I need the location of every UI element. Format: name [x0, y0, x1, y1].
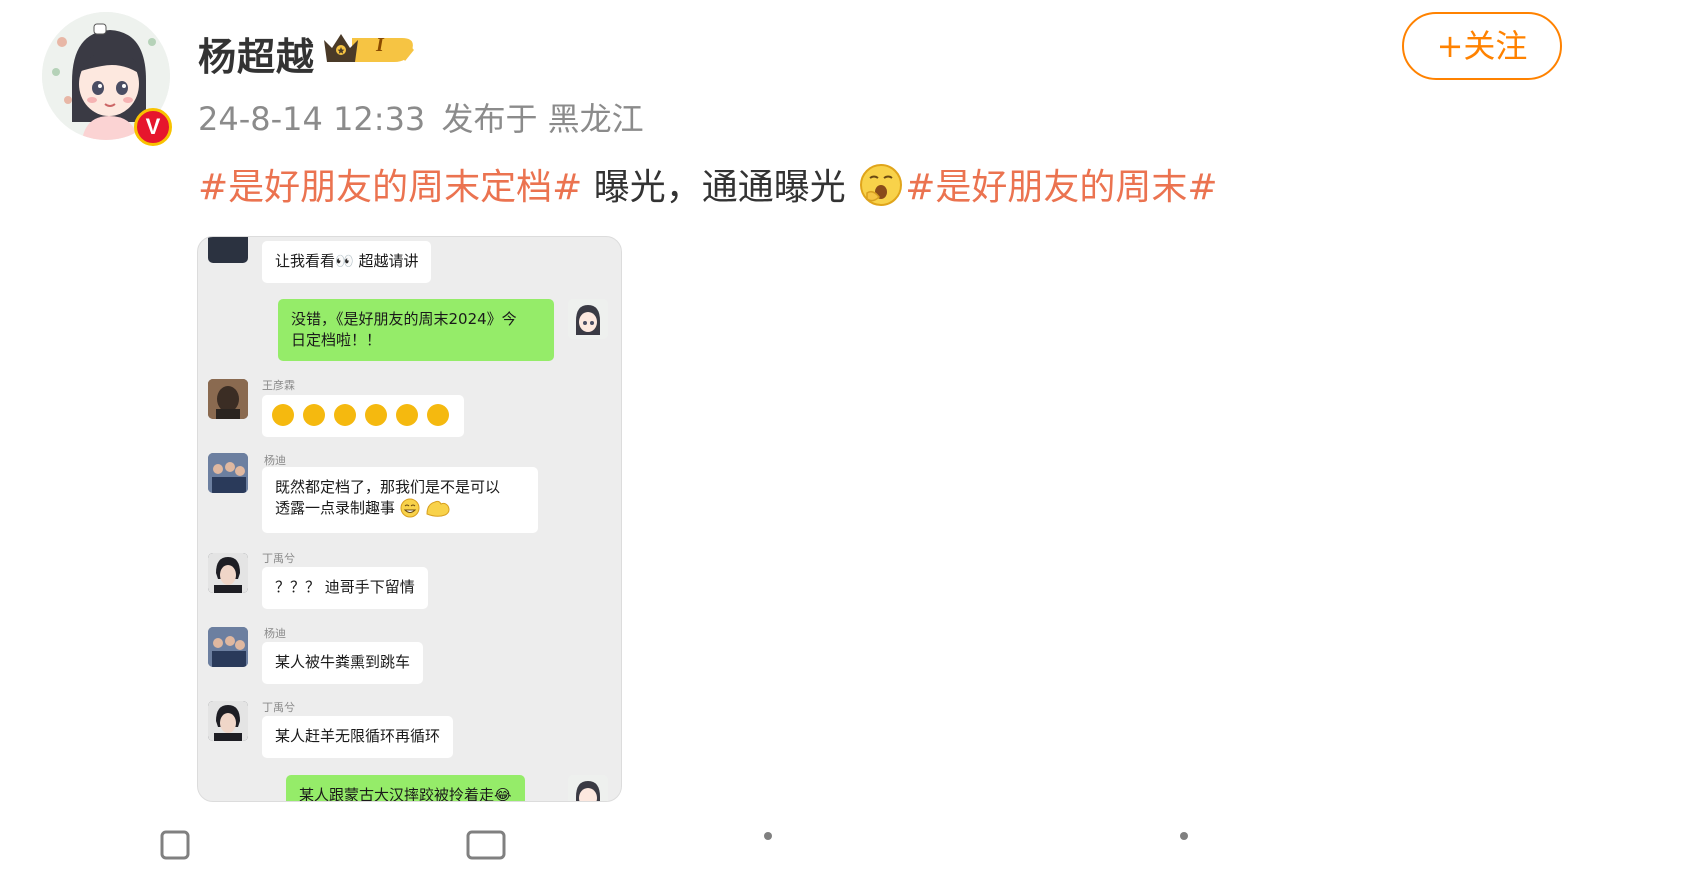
chat-bubble-line: 透露一点录制趣事 — [275, 499, 396, 517]
chat-sender-name: 杨迪 — [264, 627, 286, 640]
clap-emoji-icon — [365, 404, 387, 426]
post-action-bar — [0, 826, 1681, 896]
chat-bubble-line: 日定档啦！！ — [291, 331, 382, 349]
post-body-text: 曝光，通通曝光 — [582, 167, 858, 208]
clap-emoji-icon — [334, 404, 356, 426]
vip-crown-icon[interactable]: I — [322, 28, 418, 68]
share-icon[interactable] — [160, 830, 190, 860]
author-name[interactable]: 杨超越 — [198, 26, 315, 81]
chat-sender-name: 丁禹兮 — [262, 701, 295, 714]
chat-avatar — [208, 237, 248, 263]
comment-icon[interactable] — [466, 830, 506, 860]
author-avatar[interactable]: V — [42, 12, 178, 148]
follow-button[interactable]: +关注 — [1402, 12, 1562, 80]
yawn-emoji-icon — [859, 163, 903, 207]
post-header: V 杨超越 I 24-8-14 12:33 发布于 黑龙江 +关注 — [0, 0, 1681, 150]
chat-bubble: 某人被牛粪熏到跳车 — [262, 642, 424, 684]
post-source: 发布于 黑龙江 — [441, 100, 644, 138]
chat-bubble: 没错，《是好朋友的周末2024》今 日定档啦！！ — [278, 299, 554, 361]
hashtag-link[interactable]: #是好朋友的周末# — [905, 167, 1217, 208]
clap-emoji-icon — [303, 404, 325, 426]
chat-bubble-line-2: 透露一点录制趣事 — [275, 498, 525, 519]
grin-emoji-icon — [400, 498, 420, 518]
chat-avatar — [208, 453, 248, 493]
chat-avatar — [568, 775, 608, 801]
hashtag-link[interactable]: #是好朋友的周末定档# — [198, 167, 582, 208]
chat-avatar — [208, 627, 248, 667]
chat-bubble: 某人跟蒙古大汉摔跤被拎着走😂 — [286, 775, 525, 801]
chat-bubble: 让我看看👀 超越请讲 — [262, 241, 432, 283]
chat-sender-name: 杨迪 — [264, 454, 286, 467]
chat-avatar — [208, 553, 248, 593]
chat-bubble — [262, 395, 464, 437]
chat-bubble: ？？？ 迪哥手下留情 — [262, 567, 428, 609]
chat-sender-name: 王彦霖 — [262, 379, 295, 392]
chat-bubble-line: 既然都定档了，那我们是不是可以 — [275, 478, 501, 496]
chat-bubble: 某人赶羊无限循环再循环 — [262, 716, 454, 758]
verified-v-icon: V — [134, 108, 172, 146]
chat-avatar — [568, 299, 608, 339]
flex-emoji-icon — [425, 498, 451, 518]
post-text: #是好朋友的周末定档# 曝光，通通曝光 #是好朋友的周末# — [198, 158, 1218, 210]
chat-sender-name: 丁禹兮 — [262, 552, 295, 565]
post-timestamp[interactable]: 24-8-14 12:33 — [198, 100, 425, 138]
vip-level: I — [376, 34, 384, 56]
chat-bubble: 既然都定档了，那我们是不是可以 透露一点录制趣事 — [262, 467, 538, 533]
chat-avatar — [208, 701, 248, 741]
post-meta: 24-8-14 12:33 发布于 黑龙江 — [198, 94, 644, 140]
clap-emoji-icon — [396, 404, 418, 426]
like-icon[interactable] — [760, 830, 790, 860]
chat-bubble-line: 没错，《是好朋友的周末2024》今 — [291, 310, 517, 328]
clap-emoji-icon — [272, 404, 294, 426]
clap-emoji-icon — [427, 404, 449, 426]
favorite-icon[interactable] — [1176, 830, 1206, 860]
chat-avatar — [208, 379, 248, 419]
chat-screenshot-image[interactable]: 让我看看👀 超越请讲 没错，《是好朋友的周末2024》今 日定档啦！！ 王彦霖 … — [197, 236, 622, 802]
